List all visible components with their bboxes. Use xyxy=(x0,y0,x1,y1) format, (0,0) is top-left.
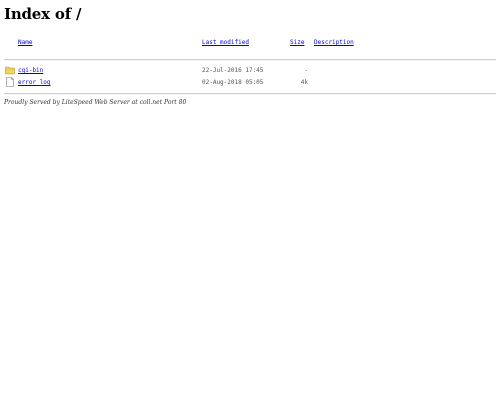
column-header-name[interactable]: Name xyxy=(18,39,32,47)
column-header-description[interactable]: Description xyxy=(314,39,354,47)
entry-modified: 22-Jul-2016 17:45 xyxy=(202,67,264,74)
server-signature: Proudly Served by LiteSpeed Web Server a… xyxy=(4,99,187,106)
entry-link-cgi-bin[interactable]: cgi-bin xyxy=(18,67,43,75)
column-header-last-modified[interactable]: Last modified xyxy=(202,39,249,47)
column-header-size[interactable]: Size xyxy=(290,39,304,47)
listing-row-cgi-bin: cgi-bin 22-Jul-2016 17:45 - xyxy=(0,65,500,76)
header-divider xyxy=(4,59,496,61)
folder-icon xyxy=(5,65,15,75)
entry-modified: 02-Aug-2018 05:05 xyxy=(202,79,264,86)
entry-size: - xyxy=(304,67,308,74)
entry-size: 4k xyxy=(300,79,308,86)
entry-link-error-log[interactable]: error_log xyxy=(18,79,51,87)
file-icon xyxy=(5,77,15,87)
page-title: Index of / xyxy=(4,5,82,23)
footer-divider xyxy=(4,93,496,95)
listing-row-error-log: error_log 02-Aug-2018 05:05 4k xyxy=(0,77,500,88)
